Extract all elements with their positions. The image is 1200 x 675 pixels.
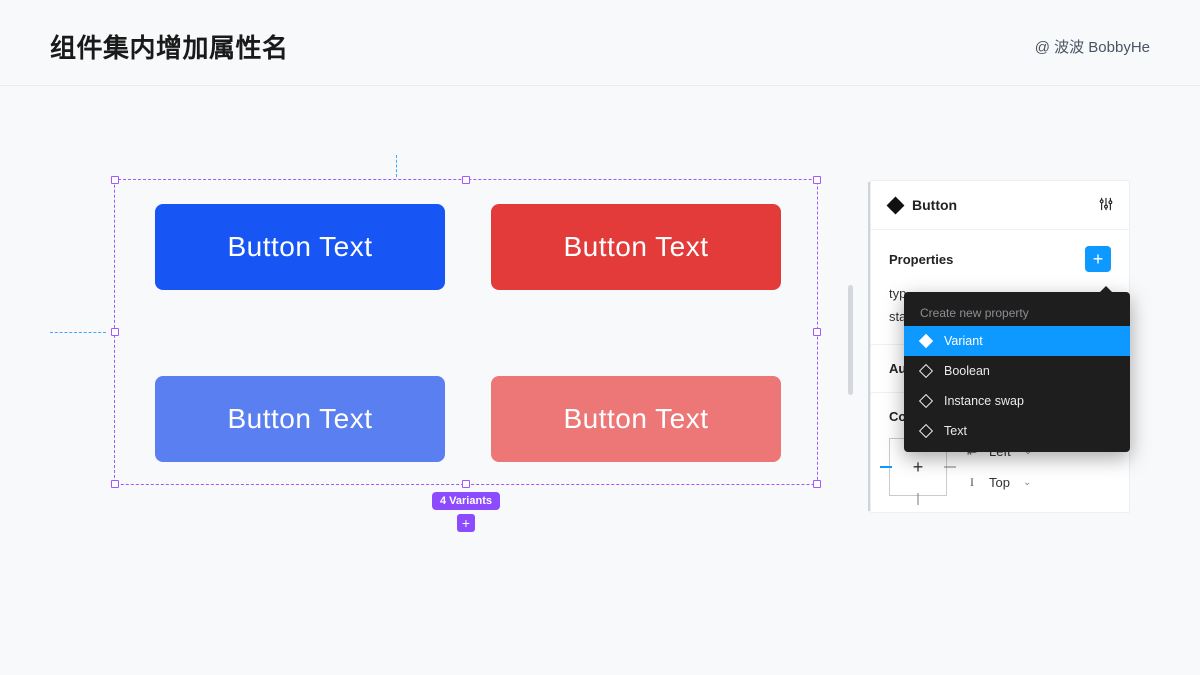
- text-property-icon: [920, 425, 932, 437]
- constraint-indicator-right-icon: [944, 467, 956, 468]
- menu-item-label: Boolean: [944, 364, 990, 378]
- variant-button-danger-soft[interactable]: Button Text: [491, 376, 781, 462]
- component-set-frame[interactable]: Button Text Button Text Button Text Butt…: [114, 179, 818, 485]
- alignment-guide-vertical: [396, 155, 397, 177]
- canvas-area[interactable]: Button Text Button Text Button Text Butt…: [50, 155, 820, 545]
- alignment-guide-horizontal: [50, 332, 106, 333]
- variant-button-primary-soft[interactable]: Button Text: [155, 376, 445, 462]
- menu-header: Create new property: [904, 298, 1130, 326]
- button-label: Button Text: [227, 231, 372, 263]
- menu-item-text[interactable]: Text: [904, 416, 1130, 446]
- button-label: Button Text: [227, 403, 372, 435]
- add-variant-button[interactable]: +: [457, 514, 475, 532]
- menu-item-label: Text: [944, 424, 967, 438]
- page-title: 组件集内增加属性名: [50, 28, 289, 65]
- vertical-bar-icon: I: [965, 475, 979, 490]
- menu-item-boolean[interactable]: Boolean: [904, 356, 1130, 386]
- component-icon: [889, 199, 902, 212]
- selection-handle[interactable]: [111, 480, 119, 488]
- menu-item-instance-swap[interactable]: Instance swap: [904, 386, 1130, 416]
- adjust-icon[interactable]: [1099, 197, 1113, 211]
- constraint-v-value: Top: [989, 475, 1010, 490]
- menu-item-label: Variant: [944, 334, 983, 348]
- button-label: Button Text: [563, 403, 708, 435]
- selection-handle[interactable]: [813, 480, 821, 488]
- constraint-indicator-left-icon: [880, 466, 892, 468]
- button-label: Button Text: [563, 231, 708, 263]
- selection-handle[interactable]: [813, 176, 821, 184]
- boolean-icon: [920, 365, 932, 377]
- create-property-menu: Create new property Variant Boolean Inst…: [904, 292, 1130, 452]
- variant-icon: [920, 335, 932, 347]
- selection-handle[interactable]: [813, 328, 821, 336]
- variants-count-label: 4 Variants: [432, 492, 500, 510]
- page-author: @ 波波 BobbyHe: [1035, 36, 1150, 57]
- add-property-button[interactable]: +: [1085, 246, 1111, 272]
- menu-item-label: Instance swap: [944, 394, 1024, 408]
- selection-handle[interactable]: [111, 176, 119, 184]
- constraint-vertical-select[interactable]: I Top ⌄: [965, 475, 1032, 490]
- selection-handle[interactable]: [462, 176, 470, 184]
- properties-label: Properties: [889, 252, 953, 267]
- constraint-indicator-bottom-icon: [918, 493, 919, 505]
- instance-swap-icon: [920, 395, 932, 407]
- inspector-scrollbar[interactable]: [848, 285, 853, 395]
- variant-button-danger-default[interactable]: Button Text: [491, 204, 781, 290]
- variant-button-primary-default[interactable]: Button Text: [155, 204, 445, 290]
- inspector-component-section: Button: [871, 181, 1129, 230]
- menu-item-variant[interactable]: Variant: [904, 326, 1130, 356]
- component-name: Button: [912, 197, 957, 213]
- chevron-down-icon: ⌄: [1023, 477, 1031, 488]
- selection-handle[interactable]: [462, 480, 470, 488]
- selection-handle[interactable]: [111, 328, 119, 336]
- page-header: 组件集内增加属性名 @ 波波 BobbyHe: [0, 0, 1200, 86]
